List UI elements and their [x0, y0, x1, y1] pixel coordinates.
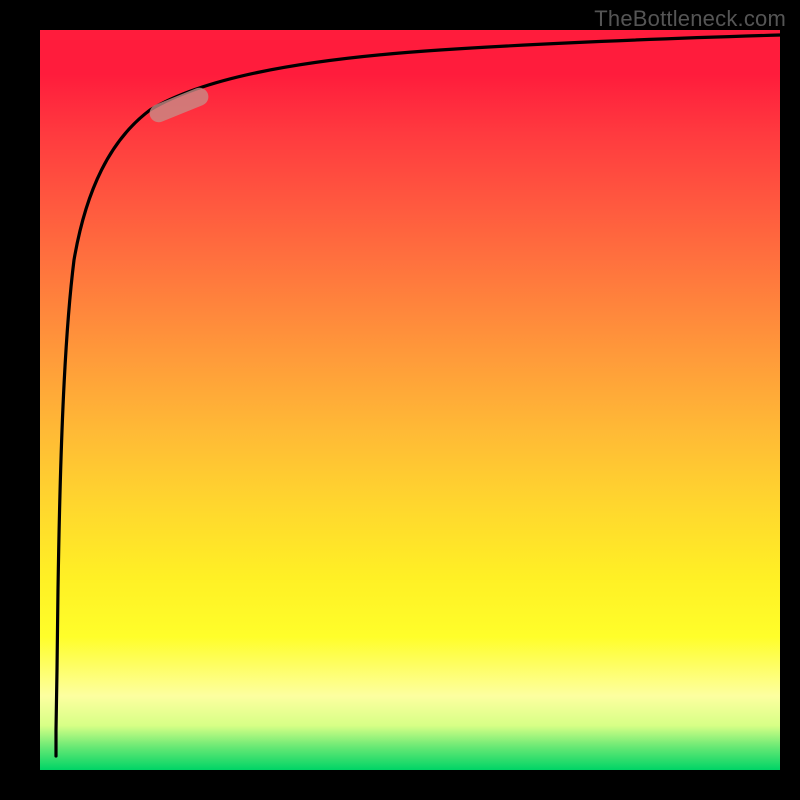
watermark-text: TheBottleneck.com — [594, 6, 786, 32]
chart-frame: TheBottleneck.com — [0, 0, 800, 800]
chart-overlay — [40, 30, 780, 770]
bottleneck-curve — [56, 35, 780, 756]
curve-highlight-segment — [147, 85, 211, 125]
